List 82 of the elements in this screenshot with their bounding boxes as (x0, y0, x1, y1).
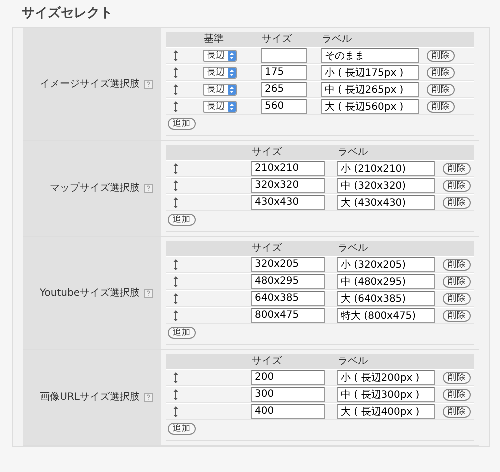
add-button[interactable]: 追加 (168, 118, 196, 130)
drag-handle-icon[interactable] (173, 258, 179, 270)
drag-handle-icon[interactable] (173, 180, 179, 192)
section-label: イメージサイズ選択肢 (40, 78, 140, 92)
delete-button[interactable]: 削除 (443, 406, 471, 418)
delete-button[interactable]: 削除 (427, 84, 455, 96)
size-input[interactable]: 320x320 (251, 178, 325, 193)
size-input[interactable]: 210x210 (251, 161, 325, 176)
drag-handle-icon[interactable] (173, 292, 179, 304)
label-input[interactable]: 特大 (800x475) (337, 308, 435, 323)
size-input[interactable]: 200 (251, 370, 325, 385)
size-input[interactable]: 430x430 (251, 195, 325, 210)
label-input[interactable]: 大 ( 長辺400px ) (337, 404, 435, 419)
updown-arrows-icon (228, 102, 236, 112)
size-input[interactable] (261, 48, 307, 63)
updown-arrows-icon (228, 50, 236, 60)
add-button[interactable]: 追加 (168, 214, 196, 226)
label-input[interactable]: 中 ( 長辺300px ) (337, 387, 435, 402)
label-input[interactable]: 小 ( 長辺175px ) (321, 65, 419, 80)
label-input[interactable]: 大 (430x430) (337, 195, 435, 210)
size-input[interactable]: 400 (251, 404, 325, 419)
basis-select[interactable]: 長辺 (203, 100, 237, 112)
delete-button[interactable]: 削除 (443, 258, 471, 270)
column-header: サイズ (251, 355, 283, 369)
drag-handle-icon[interactable] (173, 276, 179, 288)
delete-button[interactable]: 削除 (443, 180, 471, 192)
size-input[interactable]: 560 (261, 99, 307, 114)
delete-button[interactable]: 削除 (427, 100, 455, 112)
column-header: 基準 (203, 32, 225, 47)
page-title: サイズセレクト (22, 5, 114, 23)
section-label: マップサイズ選択肢 (50, 182, 140, 196)
size-input[interactable]: 175 (261, 65, 307, 80)
drag-handle-icon[interactable] (173, 100, 179, 112)
delete-button[interactable]: 削除 (443, 310, 471, 322)
label-input[interactable]: 大 ( 長辺560px ) (321, 99, 419, 114)
delete-button[interactable]: 削除 (443, 276, 471, 288)
delete-button[interactable]: 削除 (427, 50, 455, 62)
drag-handle-icon[interactable] (173, 310, 179, 322)
basis-select[interactable]: 長辺 (203, 66, 237, 78)
delete-button[interactable]: 削除 (443, 388, 471, 400)
updown-arrows-icon (228, 68, 236, 78)
delete-button[interactable]: 削除 (443, 292, 471, 304)
label-input[interactable]: 中 (480x295) (337, 274, 435, 289)
drag-handle-icon[interactable] (173, 50, 179, 62)
column-header: ラベル (337, 355, 369, 369)
label-input[interactable]: そのまま (321, 48, 419, 63)
label-input[interactable]: 小 (210x210) (337, 161, 435, 176)
label-input[interactable]: 小 (320x205) (337, 257, 435, 272)
drag-handle-icon[interactable] (173, 162, 179, 174)
drag-handle-icon[interactable] (173, 406, 179, 418)
column-header: サイズ (261, 33, 293, 47)
label-input[interactable]: 小 ( 長辺200px ) (337, 370, 435, 385)
size-input[interactable]: 480x295 (251, 274, 325, 289)
column-header: サイズ (251, 146, 283, 160)
add-button[interactable]: 追加 (168, 423, 196, 435)
drag-handle-icon[interactable] (173, 196, 179, 208)
add-button[interactable]: 追加 (168, 327, 196, 339)
basis-select[interactable]: 長辺 (203, 50, 237, 62)
section-label: 画像URLサイズ選択肢 (40, 390, 140, 405)
column-header: サイズ (251, 242, 283, 256)
column-header: ラベル (337, 242, 369, 256)
column-header: ラベル (337, 146, 369, 160)
drag-handle-icon[interactable] (173, 372, 179, 384)
delete-button[interactable]: 削除 (443, 162, 471, 174)
updown-arrows-icon (228, 84, 236, 94)
delete-button[interactable]: 削除 (443, 196, 471, 208)
label-input[interactable]: 大 (640x385) (337, 291, 435, 306)
size-input[interactable]: 320x205 (251, 257, 325, 272)
column-header: ラベル (321, 33, 353, 47)
drag-handle-icon[interactable] (173, 84, 179, 96)
size-input[interactable]: 800x475 (251, 308, 325, 323)
label-input[interactable]: 中 (320x320) (337, 178, 435, 193)
size-input[interactable]: 265 (261, 82, 307, 97)
label-input[interactable]: 中 ( 長辺265px ) (321, 82, 419, 97)
delete-button[interactable]: 削除 (427, 66, 455, 78)
drag-handle-icon[interactable] (173, 66, 179, 78)
basis-select[interactable]: 長辺 (203, 84, 237, 96)
section-label: Youtubeサイズ選択肢 (40, 286, 140, 300)
drag-handle-icon[interactable] (173, 388, 179, 400)
size-input[interactable]: 300 (251, 387, 325, 402)
delete-button[interactable]: 削除 (443, 372, 471, 384)
size-input[interactable]: 640x385 (251, 291, 325, 306)
